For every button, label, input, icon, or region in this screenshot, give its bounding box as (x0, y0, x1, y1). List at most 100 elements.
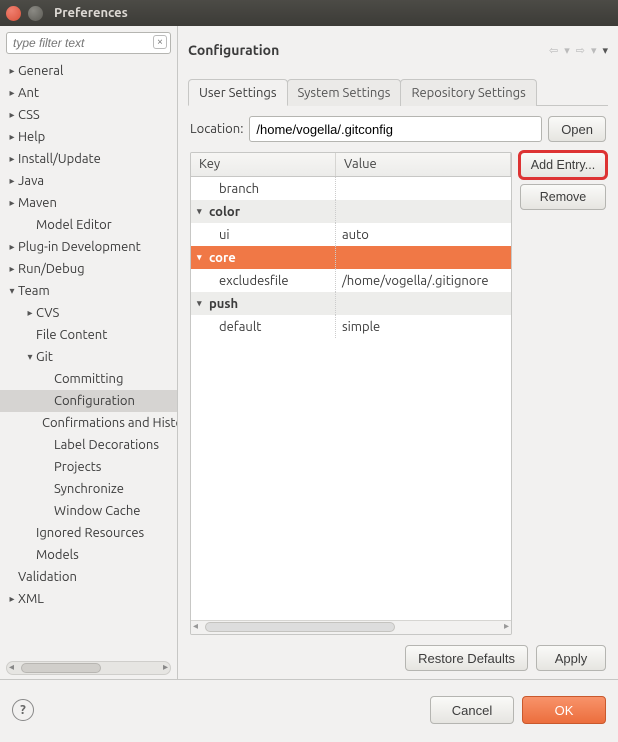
cell-key: push (209, 297, 238, 311)
chevron-right-icon[interactable]: ▸ (6, 153, 18, 165)
tree-item-label: Install/Update (18, 152, 101, 166)
tree-item[interactable]: Projects (0, 456, 177, 478)
tree-item[interactable]: ▸XML (0, 588, 177, 610)
filter-input[interactable] (6, 32, 171, 54)
table-horizontal-scrollbar[interactable]: ◂ ▸ (191, 620, 511, 634)
tree-item[interactable]: ▾Team (0, 280, 177, 302)
tree-item[interactable]: Confirmations and History (0, 412, 177, 434)
tree-item[interactable]: Configuration (0, 390, 177, 412)
restore-defaults-button[interactable]: Restore Defaults (405, 645, 528, 671)
preferences-tree-panel: × ▸General▸Ant▸CSS▸Help▸Install/Update▸J… (0, 26, 178, 679)
tree-item[interactable]: Window Cache (0, 500, 177, 522)
cell-value: /home/vogella/.gitignore (342, 274, 489, 288)
remove-button[interactable]: Remove (520, 184, 606, 210)
chevron-right-icon[interactable]: ▸ (6, 87, 18, 99)
tab-user-settings[interactable]: User Settings (188, 79, 288, 106)
titlebar: Preferences (0, 0, 618, 26)
forward-menu-icon[interactable]: ▾ (591, 44, 597, 57)
tree-item[interactable]: ▸CVS (0, 302, 177, 324)
minimize-icon[interactable] (28, 6, 43, 21)
tree-item[interactable]: Ignored Resources (0, 522, 177, 544)
back-icon[interactable]: ⇦ (549, 44, 558, 57)
chevron-right-icon[interactable]: ▸ (24, 307, 36, 319)
tree-item-label: File Content (36, 328, 107, 342)
scrollbar-thumb[interactable] (21, 663, 101, 673)
tree-item[interactable]: ▸Plug-in Development (0, 236, 177, 258)
chevron-right-icon[interactable]: ▸ (6, 197, 18, 209)
tree-item[interactable]: Committing (0, 368, 177, 390)
cell-key: branch (219, 182, 259, 196)
tree-item[interactable]: ▸Install/Update (0, 148, 177, 170)
tree-item-label: Help (18, 130, 45, 144)
table-row[interactable]: ui auto (191, 223, 511, 246)
tree-item[interactable]: Synchronize (0, 478, 177, 500)
chevron-down-icon[interactable]: ▾ (197, 298, 209, 309)
chevron-right-icon[interactable]: ▸ (6, 175, 18, 187)
tree-item[interactable]: ▸Ant (0, 82, 177, 104)
tree-item[interactable]: File Content (0, 324, 177, 346)
chevron-down-icon[interactable]: ▾ (197, 252, 209, 263)
add-entry-button[interactable]: Add Entry... (520, 152, 606, 178)
column-header-key[interactable]: Key (191, 153, 336, 176)
close-icon[interactable] (6, 6, 21, 21)
table-row[interactable]: ▾push (191, 292, 511, 315)
chevron-right-icon[interactable]: ▸ (6, 65, 18, 77)
chevron-right-icon[interactable]: ▸ (6, 109, 18, 121)
tree-item[interactable]: ▸Java (0, 170, 177, 192)
table-row[interactable]: excludesfile/home/vogella/.gitignore (191, 269, 511, 292)
apply-button[interactable]: Apply (536, 645, 606, 671)
clear-filter-icon[interactable]: × (153, 35, 167, 49)
chevron-right-icon[interactable]: ▸ (6, 241, 18, 253)
scroll-left-icon[interactable]: ◂ (193, 620, 198, 632)
column-header-value[interactable]: Value (336, 153, 511, 176)
tree-item-label: Committing (54, 372, 123, 386)
scroll-right-icon[interactable]: ▸ (163, 661, 168, 673)
chevron-down-icon[interactable]: ▾ (24, 351, 36, 363)
scroll-left-icon[interactable]: ◂ (9, 661, 14, 673)
tree-item-label: Plug-in Development (18, 240, 141, 254)
open-button[interactable]: Open (548, 116, 606, 142)
config-table-body[interactable]: branch▾coloruiauto▾coreexcludesfile/home… (191, 177, 511, 620)
location-input[interactable] (249, 116, 542, 142)
cell-value: simple (342, 320, 380, 334)
tree-item-label: Ant (18, 86, 39, 100)
view-menu-icon[interactable]: ▾ (602, 44, 608, 57)
tree-item[interactable]: Models (0, 544, 177, 566)
table-row[interactable]: ▾core (191, 246, 511, 269)
tree-item[interactable]: Model Editor (0, 214, 177, 236)
forward-icon[interactable]: ⇨ (576, 44, 585, 57)
tree-item-label: Confirmations and History (42, 416, 177, 430)
tree-item[interactable]: ▸Maven (0, 192, 177, 214)
tab-repository-settings[interactable]: Repository Settings (400, 79, 536, 106)
scroll-right-icon[interactable]: ▸ (504, 620, 509, 632)
back-menu-icon[interactable]: ▾ (564, 44, 570, 57)
chevron-down-icon[interactable]: ▾ (6, 285, 18, 297)
table-row[interactable]: default simple (191, 315, 511, 338)
tab-system-settings[interactable]: System Settings (287, 79, 402, 106)
tree-item-label: Java (18, 174, 44, 188)
tree-item-label: CVS (36, 306, 59, 320)
tree-item[interactable]: Label Decorations (0, 434, 177, 456)
tree-item[interactable]: ▾Git (0, 346, 177, 368)
cell-value: auto (342, 228, 369, 242)
tree-item[interactable]: ▸CSS (0, 104, 177, 126)
chevron-right-icon[interactable]: ▸ (6, 263, 18, 275)
ok-button[interactable]: OK (522, 696, 606, 724)
preferences-tree[interactable]: ▸General▸Ant▸CSS▸Help▸Install/Update▸Jav… (0, 58, 177, 659)
tree-item[interactable]: ▸Run/Debug (0, 258, 177, 280)
tree-item[interactable]: ▸Help (0, 126, 177, 148)
cell-key: default (219, 320, 261, 334)
chevron-right-icon[interactable]: ▸ (6, 593, 18, 605)
table-row[interactable]: ▾color (191, 200, 511, 223)
scrollbar-thumb[interactable] (205, 622, 395, 632)
cell-key: excludesfile (219, 274, 289, 288)
table-row[interactable]: branch (191, 177, 511, 200)
cancel-button[interactable]: Cancel (430, 696, 514, 724)
help-icon[interactable]: ? (12, 699, 34, 721)
tree-item[interactable]: Validation (0, 566, 177, 588)
cell-key: ui (219, 228, 230, 242)
chevron-down-icon[interactable]: ▾ (197, 206, 209, 217)
tree-horizontal-scrollbar[interactable]: ◂ ▸ (6, 661, 171, 675)
tree-item[interactable]: ▸General (0, 60, 177, 82)
chevron-right-icon[interactable]: ▸ (6, 131, 18, 143)
